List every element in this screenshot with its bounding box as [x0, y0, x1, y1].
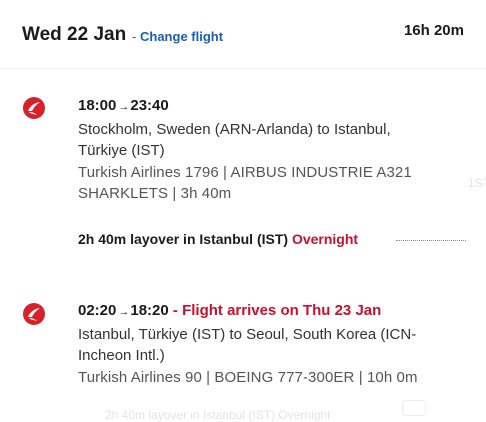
route-line: Stockholm, Sweden (ARN-Arlanda) to Istan…: [78, 121, 391, 138]
layover-text: 2h 40m layover in Istanbul (IST): [78, 231, 292, 247]
arrow-right-icon: →: [118, 306, 130, 318]
arrow-right-icon: →: [118, 101, 130, 113]
arrival-day-alert: - Flight arrives on Thu 23 Jan: [168, 302, 382, 319]
faded-background-text: 1ST: [468, 176, 486, 190]
depart-time: 18:00: [78, 97, 117, 114]
faded-background-icon: [402, 400, 426, 416]
turkish-airlines-logo-icon: [23, 97, 45, 119]
flight-details-line: Turkish Airlines 1796 | AIRBUS INDUSTRIE…: [78, 164, 412, 181]
total-duration: 16h 20m: [403, 22, 464, 39]
separator: -: [132, 29, 137, 44]
route-line: Istanbul, Türkiye (IST) to Seoul, South …: [78, 326, 417, 343]
segment-2-route: Istanbul, Türkiye (IST) to Seoul, South …: [78, 324, 458, 366]
route-line: Incheon Intl.): [78, 347, 165, 364]
layover-info: 2h 40m layover in Istanbul (IST) Overnig…: [78, 231, 358, 247]
overnight-badge: Overnight: [291, 231, 359, 247]
segment-2-times: 02:20 →18:20 - Flight arrives on Thu 23 J…: [78, 302, 381, 319]
flight-details-line: SHARKLETS | 3h 40m: [78, 185, 232, 202]
travel-date: Wed 22 Jan: [22, 24, 127, 45]
arrive-time: 18:20: [130, 302, 169, 319]
segment-1-details: Turkish Airlines 1796 | AIRBUS INDUSTRIE…: [78, 162, 458, 204]
change-flight-link[interactable]: Change flight: [140, 29, 223, 44]
segment-1-route: Stockholm, Sweden (ARN-Arlanda) to Istan…: [78, 119, 458, 161]
depart-time: 02:20: [78, 302, 117, 319]
layover-divider: [396, 240, 466, 241]
turkish-airlines-logo-icon: [23, 303, 45, 325]
arrive-time: 23:40: [130, 97, 169, 114]
route-line: Türkiye (IST): [78, 142, 165, 159]
segment-2-details: Turkish Airlines 90 | BOEING 777-300ER |…: [78, 367, 458, 388]
itinerary-header: Wed 22 Jan - Change flight 16h 20m: [0, 0, 486, 69]
segment-1-times: 18:00 →23:40: [78, 97, 169, 114]
flight-details-line: Turkish Airlines 90 | BOEING 777-300ER |…: [78, 369, 418, 386]
